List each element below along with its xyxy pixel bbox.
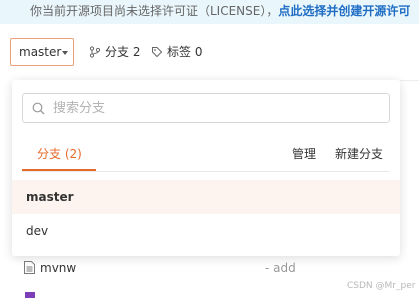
license-notice-text: 你当前开源项目尚未选择许可证（LICENSE）， [30, 4, 279, 18]
branch-item-master[interactable]: master [12, 180, 400, 214]
branches-count-label: 分支 2 [105, 45, 141, 59]
branch-item-dev[interactable]: dev [12, 214, 400, 248]
branch-select-label: master [19, 45, 62, 59]
create-license-link[interactable]: 点此选择并创建开源许可 [278, 4, 410, 18]
search-icon [32, 102, 45, 115]
file-name-link[interactable]: mvnw [40, 261, 76, 275]
branch-select-button[interactable]: master [10, 38, 74, 66]
license-notice-bar: 你当前开源项目尚未选择许可证（LICENSE），点此选择并创建开源许可 [0, 0, 419, 24]
file-icon [25, 292, 35, 298]
chevron-down-icon [62, 51, 68, 55]
tabs-divider [22, 171, 390, 172]
branch-icon [89, 46, 101, 58]
license-notice: 你当前开源项目尚未选择许可证（LICENSE），点此选择并创建开源许可 [30, 4, 410, 20]
tag-icon [152, 47, 163, 58]
branch-dropdown: 分支 (2) 管理 新建分支 master dev [12, 80, 400, 256]
branch-search-input[interactable] [53, 98, 373, 118]
branch-item-label: dev [26, 224, 49, 238]
file-row: mvnw - add [0, 258, 419, 280]
new-branch-link[interactable]: 新建分支 [335, 146, 383, 162]
tab-branches[interactable]: 分支 (2) [22, 141, 96, 171]
tags-count-link[interactable]: 标签 0 [151, 44, 207, 60]
tab-branches-label: 分支 (2) [37, 147, 82, 161]
branch-search-box[interactable] [22, 93, 390, 123]
branch-item-label: master [26, 190, 74, 204]
divider [400, 80, 419, 81]
file-icon [24, 261, 35, 274]
commit-message: - add [265, 261, 296, 275]
watermark: CSDN @Mr_per [347, 281, 416, 291]
branches-count-link[interactable]: 分支 2 [89, 44, 145, 60]
manage-branches-link[interactable]: 管理 [292, 146, 316, 162]
tags-count-label: 标签 0 [167, 45, 203, 59]
